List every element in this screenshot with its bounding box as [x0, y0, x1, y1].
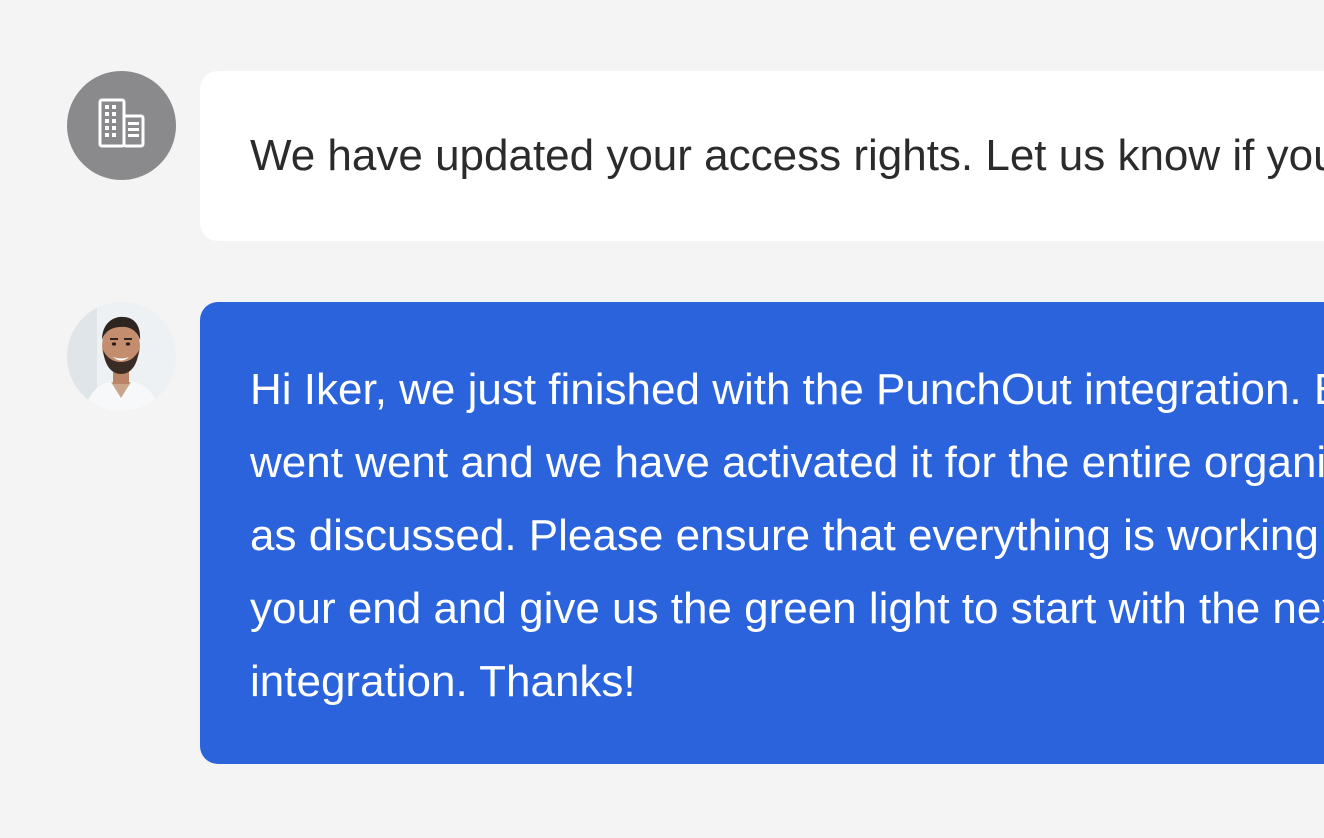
user-photo	[67, 302, 176, 411]
outgoing-message-line: your end and give us the green light to …	[250, 584, 1324, 633]
company-avatar[interactable]	[67, 71, 176, 180]
outgoing-message-line: Hi Iker, we just finished with the Punch…	[250, 365, 1324, 414]
outgoing-message-line: integration. Thanks!	[250, 657, 636, 706]
user-avatar[interactable]	[67, 302, 176, 411]
building-icon	[97, 96, 147, 155]
outgoing-message-bubble: Hi Iker, we just finished with the Punch…	[200, 302, 1324, 764]
outgoing-message-line: as discussed. Please ensure that everyth…	[250, 511, 1324, 560]
message-thread: We have updated your access rights. Let …	[0, 0, 1324, 838]
incoming-message-bubble: We have updated your access rights. Let …	[200, 71, 1324, 241]
outgoing-message-line: went went and we have activated it for t…	[250, 438, 1324, 487]
incoming-message-text: We have updated your access rights. Let …	[250, 131, 1324, 180]
